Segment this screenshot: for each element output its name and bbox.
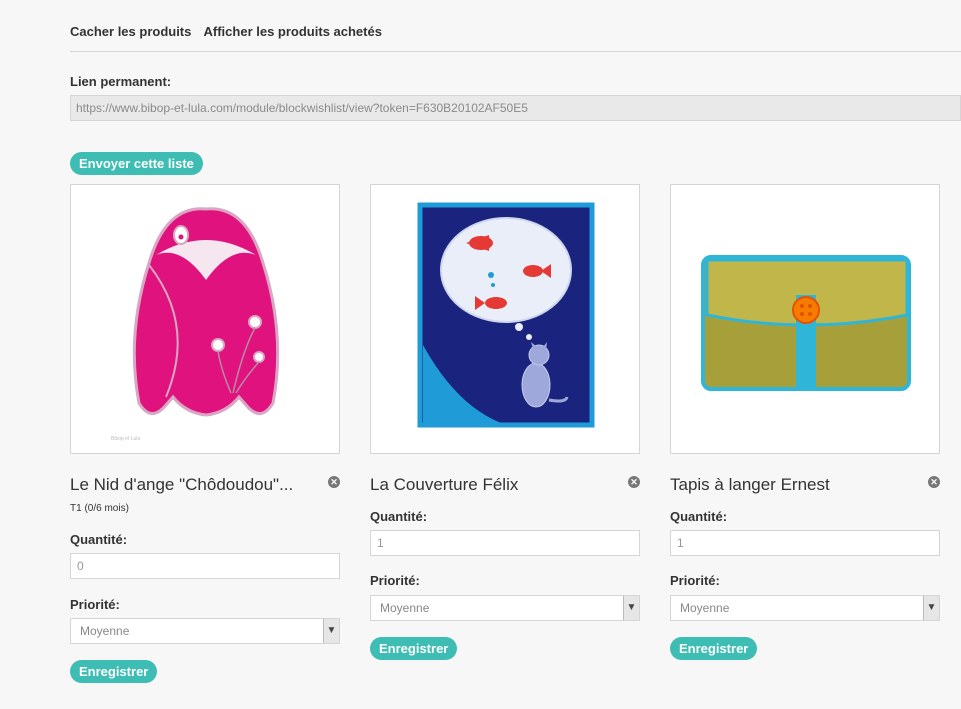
permalink-field[interactable]: [70, 95, 961, 121]
send-list-button[interactable]: Envoyer cette liste: [70, 152, 203, 175]
image-caption: Bibop et Lula: [111, 436, 140, 442]
wishlist-top-links: Cacher les produits Afficher les produit…: [70, 24, 391, 39]
product-image-frame[interactable]: Bibop et Lula: [70, 184, 340, 454]
priority-label: Priorité:: [670, 573, 720, 588]
chevron-down-icon[interactable]: ▼: [323, 619, 339, 643]
hide-products-link[interactable]: Cacher les produits: [70, 24, 191, 39]
permalink-label: Lien permanent:: [70, 74, 172, 89]
priority-select[interactable]: Moyenne ▼: [70, 618, 340, 644]
priority-value: Moyenne: [680, 601, 730, 615]
product-name[interactable]: Tapis à langer Ernest: [670, 475, 830, 495]
priority-select[interactable]: Moyenne ▼: [670, 595, 940, 621]
save-button[interactable]: Enregistrer: [370, 637, 458, 660]
quantity-input[interactable]: [370, 530, 640, 556]
priority-value: Moyenne: [380, 601, 430, 615]
remove-icon[interactable]: ✕: [928, 476, 940, 488]
quantity-label: Quantité:: [370, 509, 428, 524]
chevron-down-icon[interactable]: ▼: [923, 596, 939, 620]
priority-label: Priorité:: [70, 597, 120, 612]
priority-value: Moyenne: [80, 624, 130, 638]
quantity-input[interactable]: [70, 553, 340, 579]
quantity-input[interactable]: [670, 530, 940, 556]
divider: [70, 51, 961, 52]
priority-label: Priorité:: [370, 573, 420, 588]
product-name[interactable]: La Couverture Félix: [370, 475, 518, 495]
quantity-label: Quantité:: [70, 532, 128, 547]
remove-icon[interactable]: ✕: [628, 476, 640, 488]
chevron-down-icon[interactable]: ▼: [623, 596, 639, 620]
save-button[interactable]: Enregistrer: [70, 660, 158, 683]
product-image-tapis-ernest: [701, 255, 911, 391]
product-name[interactable]: Le Nid d'ange "Chôdoudou"...: [70, 475, 293, 495]
quantity-label: Quantité:: [670, 509, 728, 524]
product-image-frame[interactable]: [670, 184, 940, 454]
product-attribute: T1 (0/6 mois): [70, 503, 129, 514]
remove-icon[interactable]: ✕: [328, 476, 340, 488]
product-image-frame[interactable]: [370, 184, 640, 454]
show-bought-products-link[interactable]: Afficher les produits achetés: [204, 24, 382, 39]
product-image-couverture-felix: [417, 202, 595, 428]
priority-select[interactable]: Moyenne ▼: [370, 595, 640, 621]
product-image-nid-dange: Bibop et Lula: [111, 207, 280, 442]
save-button[interactable]: Enregistrer: [670, 637, 758, 660]
